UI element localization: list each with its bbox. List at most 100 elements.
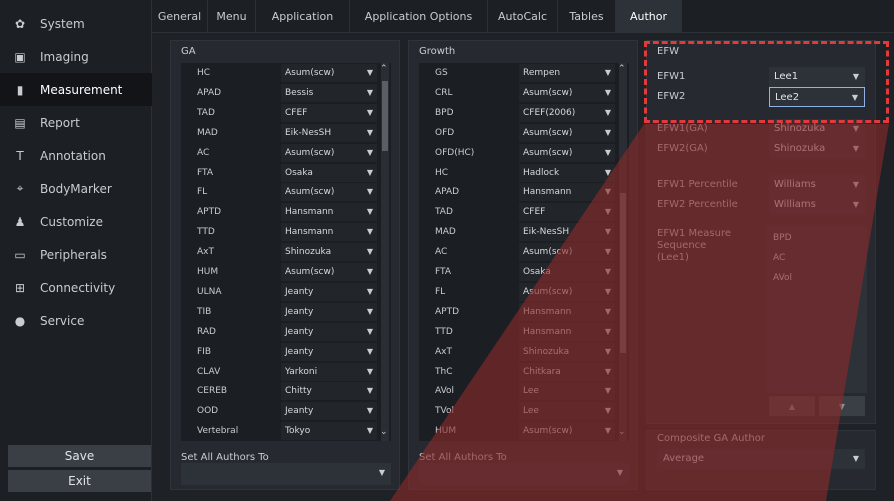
sidebar-item-imaging[interactable]: ▣ Imaging <box>0 40 152 73</box>
tab-tables[interactable]: Tables <box>558 0 616 33</box>
arrow-down-icon: ▼ <box>838 401 846 411</box>
list-item: MAD Eik-NesSH ▼ <box>419 222 629 242</box>
sidebar-item-annotation[interactable]: T Annotation <box>0 139 152 172</box>
author-value: CFEF(2006) <box>523 107 576 118</box>
efw-title: EFW <box>657 46 679 57</box>
efw-select[interactable]: Lee2 ▼ <box>769 87 865 107</box>
sequence-item[interactable]: AVol <box>773 273 792 283</box>
scroll-down-icon[interactable]: ⌄ <box>380 427 388 437</box>
author-select[interactable]: Hansmann ▼ <box>519 302 615 321</box>
author-select[interactable]: Shinozuka ▼ <box>519 342 615 361</box>
author-select[interactable]: Jeanty ▼ <box>281 322 377 341</box>
scroll-down-icon[interactable]: ⌄ <box>618 427 626 437</box>
author-select[interactable]: Asum(scw) ▼ <box>281 263 377 281</box>
sidebar-item-peripherals[interactable]: ▭ Peripherals <box>0 238 152 271</box>
author-select[interactable]: Chitkara ▼ <box>519 362 615 381</box>
author-select[interactable]: Osaka ▼ <box>519 263 615 281</box>
author-select[interactable]: Asum(scw) ▼ <box>281 143 377 162</box>
author-select[interactable]: Asum(scw) ▼ <box>519 143 615 162</box>
author-select[interactable]: Asum(scw) ▼ <box>281 183 377 202</box>
scrollbar[interactable] <box>619 63 627 441</box>
author-select[interactable]: CFEF ▼ <box>281 103 377 122</box>
efw-row-efw1: EFW1 Lee1 ▼ <box>657 67 867 87</box>
author-select[interactable]: Jeanty ▼ <box>281 282 377 301</box>
tab-application-options[interactable]: Application Options <box>350 0 488 33</box>
save-button[interactable]: Save <box>8 445 151 467</box>
efw-sequence-list[interactable]: BPD AC AVol <box>767 225 867 393</box>
tab-menu[interactable]: Menu <box>208 0 256 33</box>
efw-select[interactable]: Williams ▼ <box>769 195 865 215</box>
author-select[interactable]: Eik-NesSH ▼ <box>519 223 615 242</box>
chevron-down-icon: ▼ <box>604 68 611 77</box>
scrollbar-thumb[interactable] <box>382 81 388 151</box>
sidebar-item-system[interactable]: ✿ System <box>0 7 152 40</box>
author-select[interactable]: Hansmann ▼ <box>519 183 615 202</box>
ga-set-all-select[interactable]: ▼ <box>181 463 391 485</box>
row-label: CEREB <box>197 386 228 397</box>
gear-icon: ✿ <box>14 16 26 31</box>
customize-icon: ♟ <box>14 214 26 229</box>
scroll-up-icon[interactable]: ⌃ <box>380 64 388 74</box>
sidebar-item-label: Imaging <box>40 49 89 64</box>
sidebar-item-report[interactable]: ▤ Report <box>0 106 152 139</box>
author-select[interactable]: Jeanty ▼ <box>281 302 377 321</box>
sequence-item[interactable]: BPD <box>773 233 792 243</box>
bar-chart-icon: ▮ <box>16 82 24 97</box>
author-select[interactable]: Lee ▼ <box>519 382 615 401</box>
author-select[interactable]: Asum(scw) ▼ <box>519 123 615 142</box>
sidebar-item-customize[interactable]: ♟ Customize <box>0 205 152 238</box>
sidebar-item-measurement[interactable]: ▮ Measurement <box>0 73 152 106</box>
document-icon: ▤ <box>14 115 26 130</box>
author-select[interactable]: Lee ▼ <box>519 402 615 421</box>
author-select[interactable]: Asum(scw) ▼ <box>519 83 615 102</box>
author-select[interactable]: Asum(scw) ▼ <box>519 422 615 441</box>
efw-select[interactable]: Shinozuka ▼ <box>769 139 865 159</box>
efw-select[interactable]: Shinozuka ▼ <box>769 119 865 139</box>
author-select[interactable]: Hansmann ▼ <box>519 322 615 341</box>
composite-select[interactable]: Average ▼ <box>657 449 865 469</box>
sidebar-item-connectivity[interactable]: ⊞ Connectivity <box>0 271 152 304</box>
tab-general[interactable]: General <box>152 0 208 33</box>
author-select[interactable]: Jeanty ▼ <box>281 342 377 361</box>
exit-button[interactable]: Exit <box>8 470 151 492</box>
author-select[interactable]: Bessis ▼ <box>281 83 377 102</box>
author-select[interactable]: Osaka ▼ <box>281 163 377 182</box>
efw-select[interactable]: Lee1 ▼ <box>769 67 865 87</box>
move-up-button[interactable]: ▲ <box>769 396 815 416</box>
author-select[interactable]: Hansmann ▼ <box>281 203 377 222</box>
sequence-item[interactable]: AC <box>773 253 785 263</box>
growth-title: Growth <box>419 46 456 57</box>
efw-select[interactable]: Williams ▼ <box>769 175 865 195</box>
author-select[interactable]: Hadlock ▼ <box>519 163 615 182</box>
chevron-down-icon: ▼ <box>604 87 611 97</box>
tab-application[interactable]: Application <box>256 0 350 33</box>
author-select[interactable]: Chitty ▼ <box>281 382 377 401</box>
author-select[interactable]: Rempen ▼ <box>519 64 615 82</box>
row-label: HUM <box>197 267 219 277</box>
growth-set-all-select[interactable]: ▼ <box>419 463 629 485</box>
author-select[interactable]: Hansmann ▼ <box>281 223 377 242</box>
scrollbar[interactable] <box>381 63 389 441</box>
author-select[interactable]: Tokyo ▼ <box>281 422 377 441</box>
author-select[interactable]: Shinozuka ▼ <box>281 243 377 262</box>
author-select[interactable]: Jeanty ▼ <box>281 402 377 421</box>
tab-autocalc[interactable]: AutoCalc <box>488 0 558 33</box>
row-label: AC <box>197 147 210 158</box>
tab-author[interactable]: Author <box>616 0 682 33</box>
move-down-button[interactable]: ▼ <box>819 396 865 416</box>
author-select[interactable]: Asum(scw) ▼ <box>519 282 615 301</box>
author-value: Lee <box>523 406 539 417</box>
author-select[interactable]: Eik-NesSH ▼ <box>281 123 377 142</box>
bodymarker-icon: ⌖ <box>16 181 24 195</box>
sidebar-item-bodymarker[interactable]: ⌖ BodyMarker <box>0 172 152 205</box>
author-select[interactable]: CFEF ▼ <box>519 203 615 222</box>
scroll-up-icon[interactable]: ⌃ <box>618 64 626 74</box>
sidebar-item-service[interactable]: ● Service <box>0 304 152 337</box>
author-select[interactable]: Asum(scw) ▼ <box>519 243 615 262</box>
scrollbar-thumb[interactable] <box>620 193 626 353</box>
author-select[interactable]: CFEF(2006) ▼ <box>519 103 615 122</box>
author-value: Jeanty <box>285 406 314 417</box>
author-select[interactable]: Asum(scw) ▼ <box>281 64 377 82</box>
author-select[interactable]: Yarkoni ▼ <box>281 362 377 381</box>
efw-label: EFW2 Percentile <box>657 199 738 210</box>
